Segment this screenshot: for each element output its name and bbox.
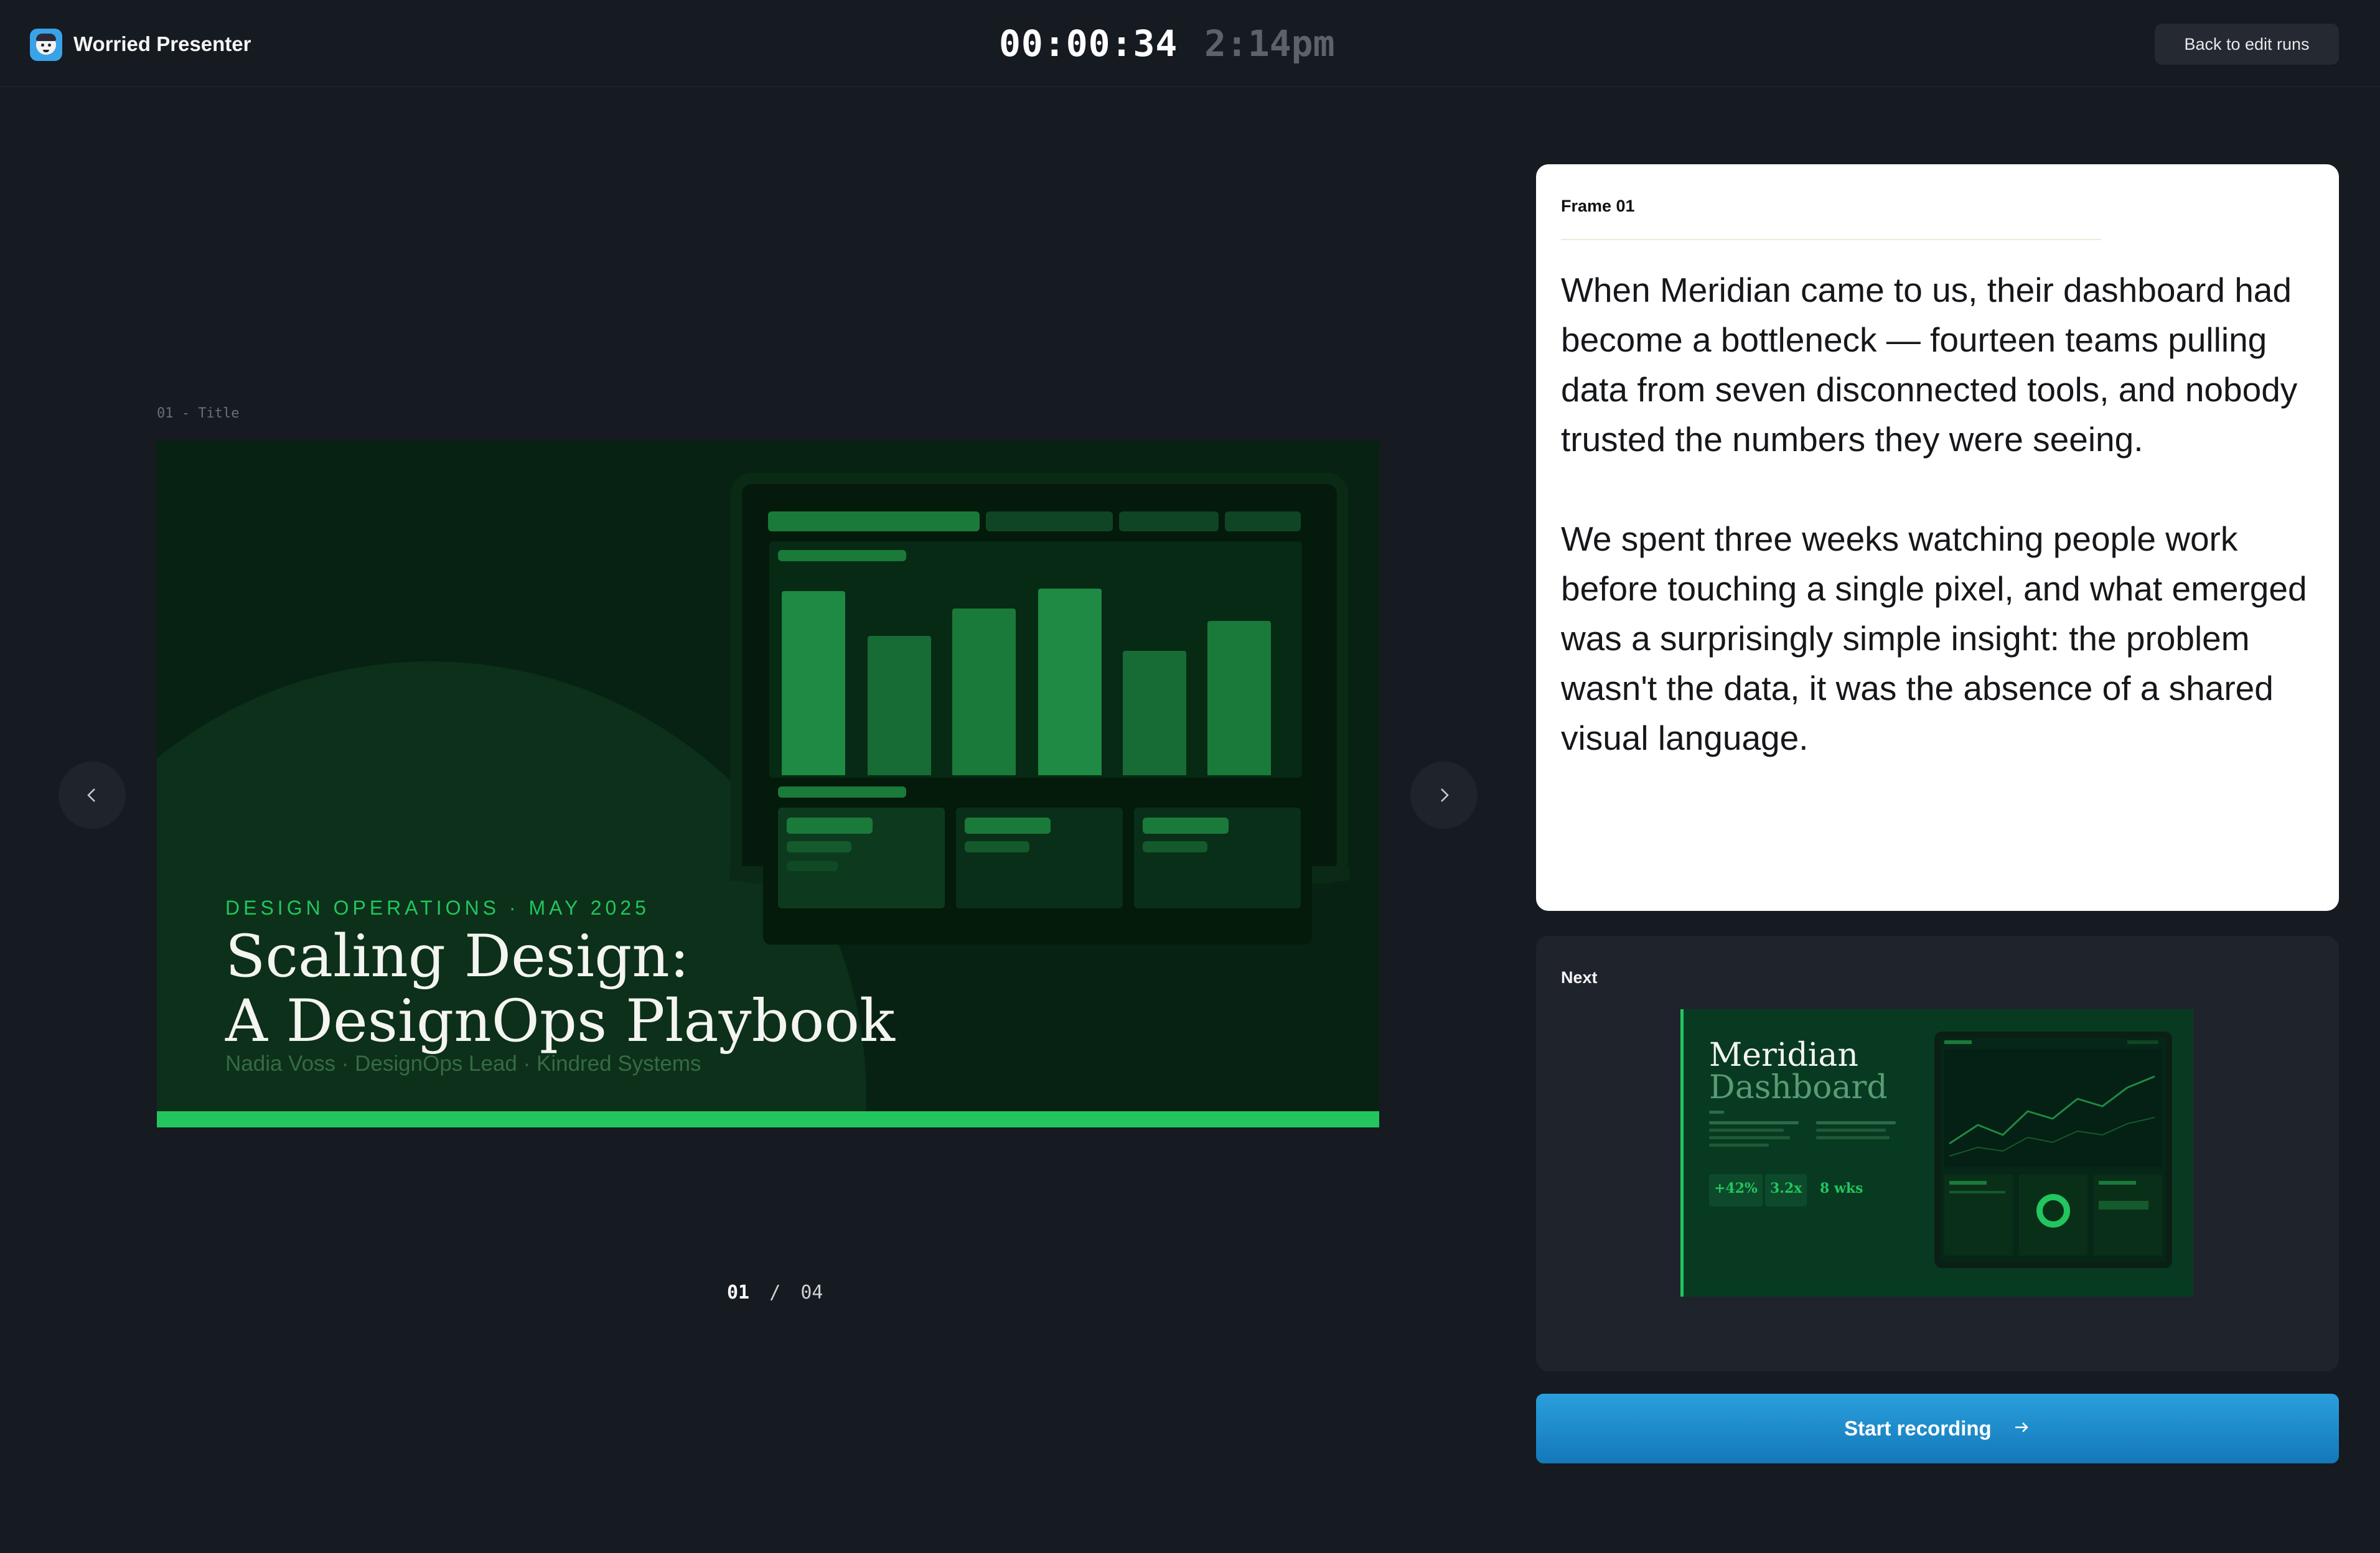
start-recording-label: Start recording xyxy=(1844,1417,1992,1440)
thumbnail-dashboard-illustration xyxy=(1934,1032,2172,1268)
total-slides: 04 xyxy=(800,1282,823,1303)
next-stat-1: +42% xyxy=(1709,1174,1763,1206)
chevron-right-icon xyxy=(1441,788,1449,802)
next-stat-2: 3.2x xyxy=(1765,1174,1807,1206)
thumbnail-chart-graphic xyxy=(1944,1040,2162,1256)
next-title-line-1: Meridian xyxy=(1709,1037,1858,1074)
app-title: Worried Presenter xyxy=(73,32,251,55)
slide-title-line-1: Scaling Design: xyxy=(225,923,690,991)
next-stat-3: 8 wks xyxy=(1820,1180,1863,1196)
slide-counter: 01 / 04 xyxy=(727,1282,823,1303)
next-slide-thumbnail[interactable]: Meridian Dashboard +42% 3.2x 8 wks xyxy=(1680,1009,2193,1297)
slide-title-line-2: A DesignOps Playbook xyxy=(225,987,895,1055)
speaker-notes-panel: Frame 01 When Meridian came to us, their… xyxy=(1536,164,2339,911)
worried-face-icon xyxy=(30,29,62,61)
current-time: 2:14pm xyxy=(1204,22,1335,65)
notes-paragraph-2: We spent three weeks watching people wor… xyxy=(1561,520,2307,757)
counter-separator: / xyxy=(769,1282,781,1303)
back-to-edit-runs-button[interactable]: Back to edit runs xyxy=(2155,24,2339,65)
next-slide-panel: Next Meridian Dashboard +42% 3.2x 8 wks xyxy=(1536,936,2339,1371)
slide-accent-bar xyxy=(157,1111,1379,1127)
frame-label: Frame 01 xyxy=(1561,197,1635,215)
slide-subtitle: Nadia Voss · DesignOps Lead · Kindred Sy… xyxy=(225,1052,701,1076)
next-title-line-2: Dashboard xyxy=(1709,1069,1888,1106)
thumbnail-accent-edge xyxy=(1680,1009,1684,1297)
current-slide: DESIGN OPERATIONS · MAY 2025 Scaling Des… xyxy=(157,441,1379,1127)
current-slide-number: 01 xyxy=(727,1282,750,1303)
notes-paragraph-1: When Meridian came to us, their dashboar… xyxy=(1561,271,2298,459)
elapsed-timer: 00:00:34 xyxy=(999,22,1178,65)
previous-slide-button[interactable] xyxy=(59,762,126,829)
next-label: Next xyxy=(1561,968,1598,987)
next-slide-button[interactable] xyxy=(1410,762,1478,829)
start-recording-button[interactable]: Start recording xyxy=(1536,1394,2339,1463)
slide-kicker: DESIGN OPERATIONS · MAY 2025 xyxy=(225,897,650,919)
dashboard-illustration xyxy=(763,500,1312,944)
slide-title: Scaling Design: A DesignOps Playbook xyxy=(225,925,895,1054)
top-bar: Worried Presenter 00:00:34 2:14pm Back t… xyxy=(0,0,2380,87)
slide-label: 01 - Title xyxy=(157,406,240,421)
chevron-left-icon xyxy=(87,788,95,802)
notes-divider xyxy=(1561,239,2101,240)
arrow-right-icon xyxy=(2012,1395,2031,1465)
